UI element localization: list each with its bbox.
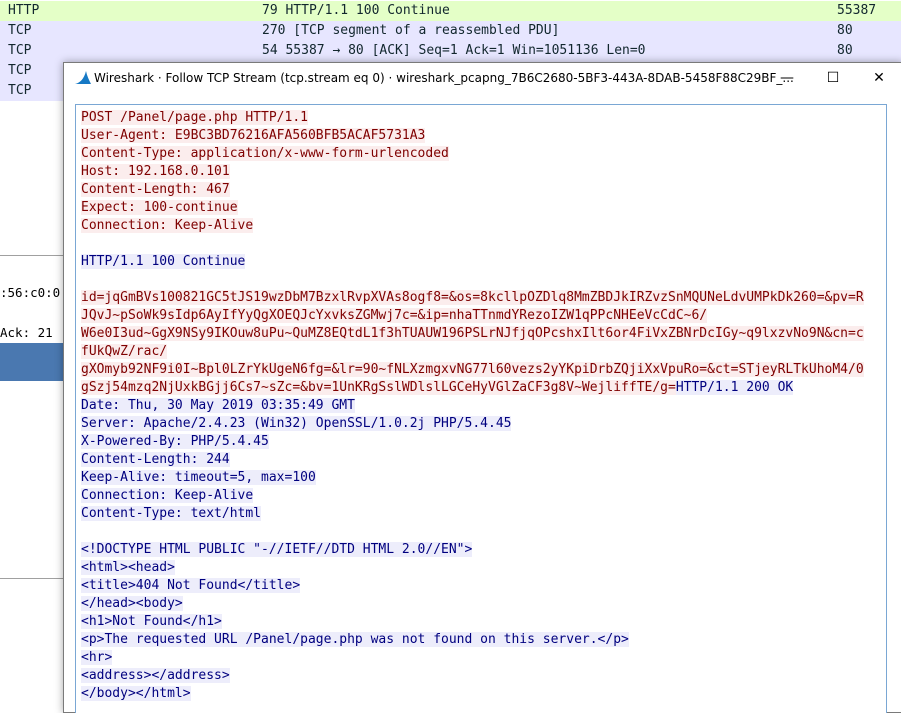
packet-protocol: TCP <box>8 63 32 78</box>
packet-info: 54 55387 → 80 [ACK] Seq=1 Ack=1 Win=1051… <box>262 43 646 58</box>
pane-divider <box>0 578 65 579</box>
packet-protocol: TCP <box>8 83 32 98</box>
packet-port: 55387 <box>837 3 877 18</box>
server-response-body: <!DOCTYPE HTML PUBLIC "-//IETF//DTD HTML… <box>81 542 629 701</box>
server-response-headers: Date: Thu, 30 May 2019 03:35:49 GMT Serv… <box>81 398 512 521</box>
packet-port: 80 <box>837 43 853 58</box>
packet-detail-ack-fragment: Ack: 21 <box>0 325 53 340</box>
close-button[interactable]: ✕ <box>856 63 901 93</box>
packet-protocol: TCP <box>8 23 32 38</box>
packet-row[interactable]: TCP 54 55387 → 80 [ACK] Seq=1 Ack=1 Win=1… <box>0 41 901 61</box>
minimize-button[interactable]: — <box>764 63 810 93</box>
maximize-button[interactable]: ☐ <box>810 63 856 93</box>
packet-detail-mac-fragment: :56:c0:0 <box>0 285 61 300</box>
follow-tcp-stream-dialog: Wireshark · Follow TCP Stream (tcp.strea… <box>63 62 901 713</box>
packet-info: 270 [TCP segment of a reassembled PDU] <box>262 23 560 38</box>
server-continue-response: HTTP/1.1 100 Continue <box>81 254 246 269</box>
packet-info: 79 HTTP/1.1 100 Continue <box>262 3 450 18</box>
stream-text-area[interactable]: POST /Panel/page.php HTTP/1.1 User-Agent… <box>75 104 887 713</box>
packet-protocol: HTTP <box>8 3 40 18</box>
packet-protocol: TCP <box>8 43 32 58</box>
dialog-title: Wireshark · Follow TCP Stream (tcp.strea… <box>94 71 794 85</box>
packet-port: 80 <box>837 23 853 38</box>
server-response-status: HTTP/1.1 200 OK <box>675 380 794 395</box>
wireshark-fin-icon <box>75 71 91 84</box>
packet-row[interactable]: HTTP 79 HTTP/1.1 100 Continue 55387 <box>0 1 901 21</box>
selected-detail-row[interactable] <box>0 343 65 381</box>
pane-divider <box>0 255 65 256</box>
packet-row[interactable]: TCP 270 [TCP segment of a reassembled PDU… <box>0 21 901 41</box>
dialog-titlebar[interactable]: Wireshark · Follow TCP Stream (tcp.strea… <box>64 63 901 93</box>
client-request-headers: POST /Panel/page.php HTTP/1.1 User-Agent… <box>81 110 449 233</box>
